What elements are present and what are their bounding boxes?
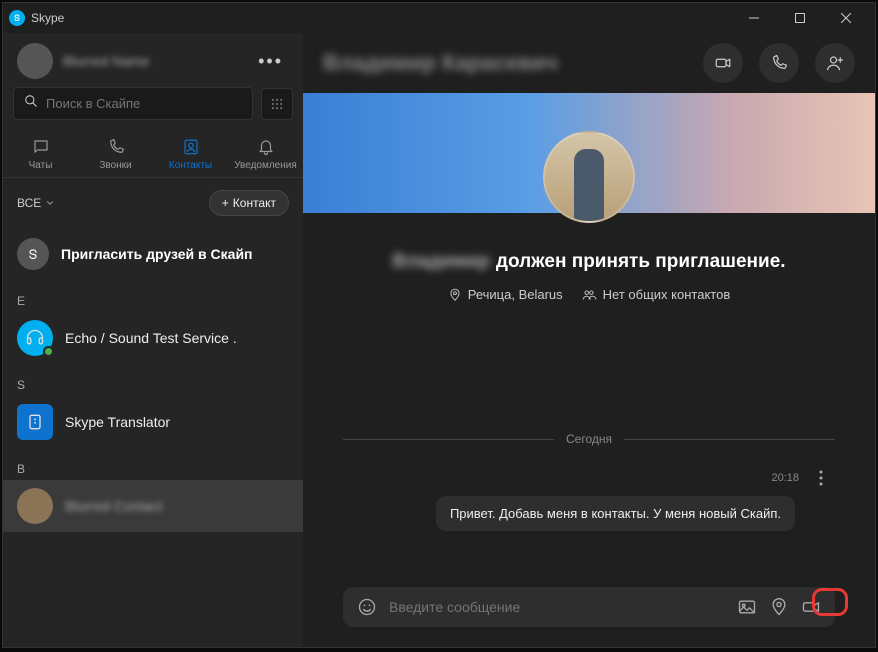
- people-icon: [581, 288, 597, 302]
- contact-echo-name: Echo / Sound Test Service .: [65, 330, 237, 346]
- filter-all[interactable]: ВСЕ: [17, 196, 55, 210]
- video-message-button[interactable]: [801, 597, 821, 617]
- video-call-button[interactable]: [703, 43, 743, 83]
- add-user-icon: [826, 54, 844, 72]
- minimize-button[interactable]: [731, 3, 777, 33]
- contact-echo[interactable]: Echo / Sound Test Service .: [3, 312, 303, 364]
- contact-avatar: [17, 488, 53, 524]
- tab-notifications[interactable]: Уведомления: [228, 130, 303, 177]
- dialpad-button[interactable]: [261, 88, 293, 120]
- mutual-contacts: Нет общих контактов: [581, 287, 731, 302]
- search-input[interactable]: [46, 96, 242, 111]
- profile-info: Владимир должен принять приглашение. Реч…: [303, 213, 875, 302]
- tab-contacts-label: Контакты: [169, 160, 212, 171]
- skype-icon: [17, 238, 49, 270]
- profile-banner: [303, 93, 875, 213]
- search-box[interactable]: [13, 87, 253, 120]
- contact-translator-name: Skype Translator: [65, 414, 170, 430]
- sidebar-tabs: Чаты Звонки Контакты Уведомления: [3, 130, 303, 178]
- app-window: Skype Blurred Name •••: [2, 2, 876, 648]
- image-icon: [737, 597, 757, 617]
- message-bubble[interactable]: Привет. Добавь меня в контакты. У меня н…: [436, 496, 795, 531]
- phone-icon: [107, 138, 125, 156]
- contacts-icon: [182, 138, 200, 156]
- contact-selected-name: Blurred Contact: [65, 498, 162, 514]
- video-msg-icon: [801, 597, 821, 617]
- location-button[interactable]: [769, 597, 789, 617]
- location-icon: [448, 288, 462, 302]
- close-button[interactable]: [823, 3, 869, 33]
- message-input[interactable]: [389, 599, 725, 615]
- chevron-down-icon: [45, 198, 55, 208]
- chat-header: Владимир Карасевич: [303, 33, 875, 93]
- more-button[interactable]: •••: [252, 49, 289, 74]
- sidebar: Blurred Name ••• Чаты Звон: [3, 33, 303, 647]
- profile-avatar[interactable]: [543, 131, 635, 223]
- contact-translator[interactable]: Skype Translator: [3, 396, 303, 448]
- section-letter-v: В: [3, 448, 303, 480]
- invite-friends[interactable]: Пригласить друзей в Скайп: [3, 228, 303, 280]
- phone-icon: [770, 54, 788, 72]
- attach-image-button[interactable]: [737, 597, 757, 617]
- add-contact-button[interactable]: + Контакт: [209, 190, 289, 216]
- chat-pane: Владимир Карасевич Владимир должен приня…: [303, 33, 875, 647]
- window-title: Skype: [31, 11, 64, 25]
- message-time: 20:18: [771, 472, 799, 484]
- emoji-button[interactable]: [357, 597, 377, 617]
- pin-icon: [769, 597, 789, 617]
- profile-row[interactable]: Blurred Name •••: [3, 33, 303, 87]
- section-letter-e: E: [3, 280, 303, 312]
- search-icon: [24, 94, 38, 113]
- tab-chats-label: Чаты: [29, 160, 53, 171]
- contact-selected[interactable]: Blurred Contact: [3, 480, 303, 532]
- vertical-dots-icon: [819, 470, 823, 486]
- translator-avatar: [17, 404, 53, 440]
- maximize-button[interactable]: [777, 3, 823, 33]
- invite-text: Пригласить друзей в Скайп: [61, 246, 253, 262]
- chat-icon: [32, 138, 50, 156]
- chat-title: Владимир Карасевич: [323, 50, 687, 76]
- self-name: Blurred Name: [63, 53, 242, 69]
- tab-contacts[interactable]: Контакты: [153, 130, 228, 177]
- tab-calls[interactable]: Звонки: [78, 130, 153, 177]
- tab-notifications-label: Уведомления: [234, 160, 297, 171]
- echo-avatar: [17, 320, 53, 356]
- location: Речица, Belarus: [448, 287, 563, 302]
- date-separator: Сегодня: [343, 432, 835, 446]
- pending-text: должен принять приглашение.: [496, 251, 786, 273]
- skype-logo-icon: [9, 10, 25, 26]
- add-participants-button[interactable]: [815, 43, 855, 83]
- video-icon: [714, 54, 732, 72]
- message-menu-button[interactable]: [807, 464, 835, 492]
- titlebar: Skype: [3, 3, 875, 33]
- tab-chats[interactable]: Чаты: [3, 130, 78, 177]
- tab-calls-label: Звонки: [99, 160, 131, 171]
- section-letter-s: S: [3, 364, 303, 396]
- message-input-bar[interactable]: [343, 587, 835, 627]
- bell-icon: [257, 138, 275, 156]
- presence-online-icon: [43, 346, 54, 357]
- self-avatar: [17, 43, 53, 79]
- chat-body: Сегодня 20:18 Привет. Добавь меня в конт…: [303, 302, 875, 569]
- plus-icon: +: [222, 196, 229, 210]
- audio-call-button[interactable]: [759, 43, 799, 83]
- profile-name-blur: Владимир: [392, 251, 489, 273]
- emoji-icon: [357, 597, 377, 617]
